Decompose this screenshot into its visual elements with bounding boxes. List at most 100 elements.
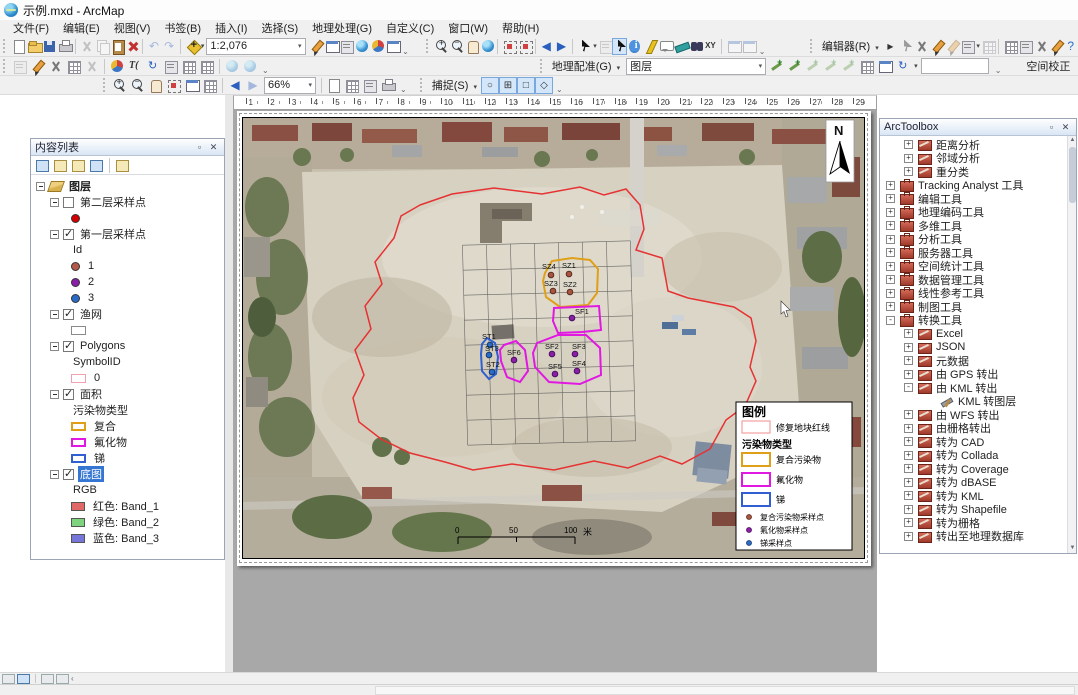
toc-symbol[interactable]	[31, 322, 224, 338]
expander-icon[interactable]: +	[904, 505, 913, 514]
expander-icon[interactable]: +	[886, 275, 895, 284]
trace-tool-icon[interactable]	[960, 39, 973, 54]
toc-symbol[interactable]: 氟化物	[31, 434, 224, 450]
open-document-icon[interactable]	[27, 39, 40, 54]
toc-symbol[interactable]: 蓝色: Band_3	[31, 530, 224, 546]
toolbox-item[interactable]: + 转出至地理数据库	[880, 530, 1076, 544]
expander-icon[interactable]: +	[904, 167, 913, 176]
fixed-zoom-in-icon[interactable]	[502, 39, 515, 54]
toolbar-grip[interactable]	[3, 39, 7, 53]
toolbox-item[interactable]: + 多维工具	[880, 219, 1076, 233]
zoom-out-icon[interactable]	[450, 39, 463, 54]
toc-group-layers[interactable]: 图层	[31, 178, 224, 194]
expander-icon[interactable]: +	[904, 532, 913, 541]
toolbar-grip[interactable]	[420, 78, 425, 92]
auto-register-icon[interactable]	[787, 59, 803, 74]
focus-dataframe-icon[interactable]	[344, 78, 360, 93]
arcglobe-icon[interactable]	[354, 39, 367, 54]
layout-zoom-out-icon[interactable]	[130, 78, 146, 93]
scroll-thumb[interactable]	[1069, 147, 1076, 203]
arctoolbox-close-icon[interactable]: ✕	[1059, 121, 1072, 133]
expander-icon[interactable]: +	[904, 356, 913, 365]
point-tool-icon[interactable]	[981, 39, 994, 54]
layout-pan-icon[interactable]	[148, 78, 164, 93]
select-elements-icon[interactable]	[613, 39, 626, 54]
toolbar-grip[interactable]	[540, 59, 545, 73]
scroll-left-icon[interactable]: ‹	[71, 674, 74, 683]
toolbar-overflow[interactable]: ⌄	[402, 47, 409, 56]
zoom-to-link-icon[interactable]	[823, 59, 839, 74]
edit-scale-icon[interactable]	[309, 39, 322, 54]
undo-icon[interactable]: ↶	[147, 39, 160, 54]
point-snapping-icon[interactable]: ○	[482, 78, 498, 93]
toolbox-item[interactable]: + Tracking Analyst 工具	[880, 179, 1076, 193]
go-back-extent-icon[interactable]: ◀	[540, 39, 553, 54]
expander-icon[interactable]: -	[886, 316, 895, 325]
expander-icon[interactable]: +	[904, 424, 913, 433]
toolbox-item[interactable]: - 转换工具	[880, 314, 1076, 328]
toolbox-item[interactable]: + JSON	[880, 341, 1076, 355]
toolbar-grip[interactable]	[426, 39, 430, 53]
layout-canvas[interactable]: SZ4 SZ1 SZ3 SZ2 SF1 SF2 SF3 SF5 SF4 SF6 …	[233, 110, 877, 672]
identify-icon[interactable]	[629, 40, 640, 53]
clear-selection-icon[interactable]	[598, 39, 611, 54]
list-by-drawing-order-icon[interactable]	[34, 158, 51, 173]
layout-back-icon[interactable]: ◀	[227, 78, 243, 93]
add-data-icon[interactable]	[185, 39, 198, 54]
map-window-icon[interactable]	[324, 39, 337, 54]
list-by-selection-icon[interactable]	[88, 158, 105, 173]
menu-item[interactable]: 窗口(W)	[441, 19, 495, 37]
edit-vertices-icon[interactable]	[914, 39, 927, 54]
expander-icon[interactable]	[50, 470, 59, 479]
snap-grid-icon[interactable]	[199, 59, 215, 74]
refresh-view-icon[interactable]	[41, 674, 54, 684]
expander-icon[interactable]: +	[886, 181, 895, 190]
delete-link-icon[interactable]	[841, 59, 857, 74]
expander-icon[interactable]	[50, 342, 59, 351]
edge-snapping-icon[interactable]: ◇	[536, 78, 552, 93]
pan-icon[interactable]	[465, 39, 478, 54]
toc-symbol[interactable]: 复合	[31, 418, 224, 434]
north-arrow[interactable]: N	[826, 120, 854, 182]
georeferencing-layer-combo[interactable]: 图层▾	[626, 58, 766, 75]
arc-tool-icon[interactable]	[945, 39, 958, 54]
copy-icon[interactable]	[95, 39, 108, 54]
go-forward-extent-icon[interactable]: ▶	[555, 39, 568, 54]
zoom-100-icon[interactable]	[184, 78, 200, 93]
split-tool-icon[interactable]	[1034, 39, 1047, 54]
toc-float-icon[interactable]: ▫	[193, 141, 206, 153]
menu-item[interactable]: 插入(I)	[208, 19, 254, 37]
scroll-down-icon[interactable]: ▼	[1068, 544, 1076, 553]
create-features-icon[interactable]	[1003, 39, 1016, 54]
expander-icon[interactable]: +	[886, 262, 895, 271]
modify-link-icon[interactable]	[48, 59, 64, 74]
expander-icon[interactable]: +	[904, 478, 913, 487]
html-popup-icon[interactable]	[658, 39, 671, 54]
arctoolbox-scrollbar[interactable]: ▲ ▼	[1067, 136, 1076, 553]
distribute-icon[interactable]	[181, 59, 197, 74]
layer-checkbox[interactable]	[63, 469, 74, 480]
menu-item[interactable]: 书签(B)	[157, 19, 208, 37]
expander-icon[interactable]: +	[904, 491, 913, 500]
toolbox-item[interactable]: + 地理编码工具	[880, 206, 1076, 220]
edit-annotation-icon[interactable]	[899, 39, 912, 54]
select-link-icon[interactable]	[805, 59, 821, 74]
select-features-icon[interactable]	[577, 39, 590, 54]
layer-package-icon[interactable]	[339, 39, 352, 54]
map-data-frame[interactable]: SZ4 SZ1 SZ3 SZ2 SF1 SF2 SF3 SF5 SF4 SF6 …	[242, 117, 865, 559]
menu-item[interactable]: 文件(F)	[6, 19, 56, 37]
menu-item[interactable]: 选择(S)	[254, 19, 305, 37]
label-tool-icon[interactable]	[127, 59, 143, 74]
multiple-links-icon[interactable]	[66, 59, 82, 74]
change-layout-icon[interactable]	[362, 78, 378, 93]
adjustment-select-icon[interactable]	[12, 59, 28, 74]
layout-forward-icon[interactable]: ▶	[245, 78, 261, 93]
expander-icon[interactable]	[50, 390, 59, 399]
print-preview-icon[interactable]	[380, 78, 396, 93]
toolbox-item[interactable]: + Excel	[880, 327, 1076, 341]
rotate-tool-icon[interactable]	[1049, 39, 1062, 54]
new-document-icon[interactable]	[11, 39, 24, 54]
expander-icon[interactable]: +	[886, 221, 895, 230]
menu-item[interactable]: 地理处理(G)	[305, 19, 379, 37]
expander-icon[interactable]	[50, 310, 59, 319]
